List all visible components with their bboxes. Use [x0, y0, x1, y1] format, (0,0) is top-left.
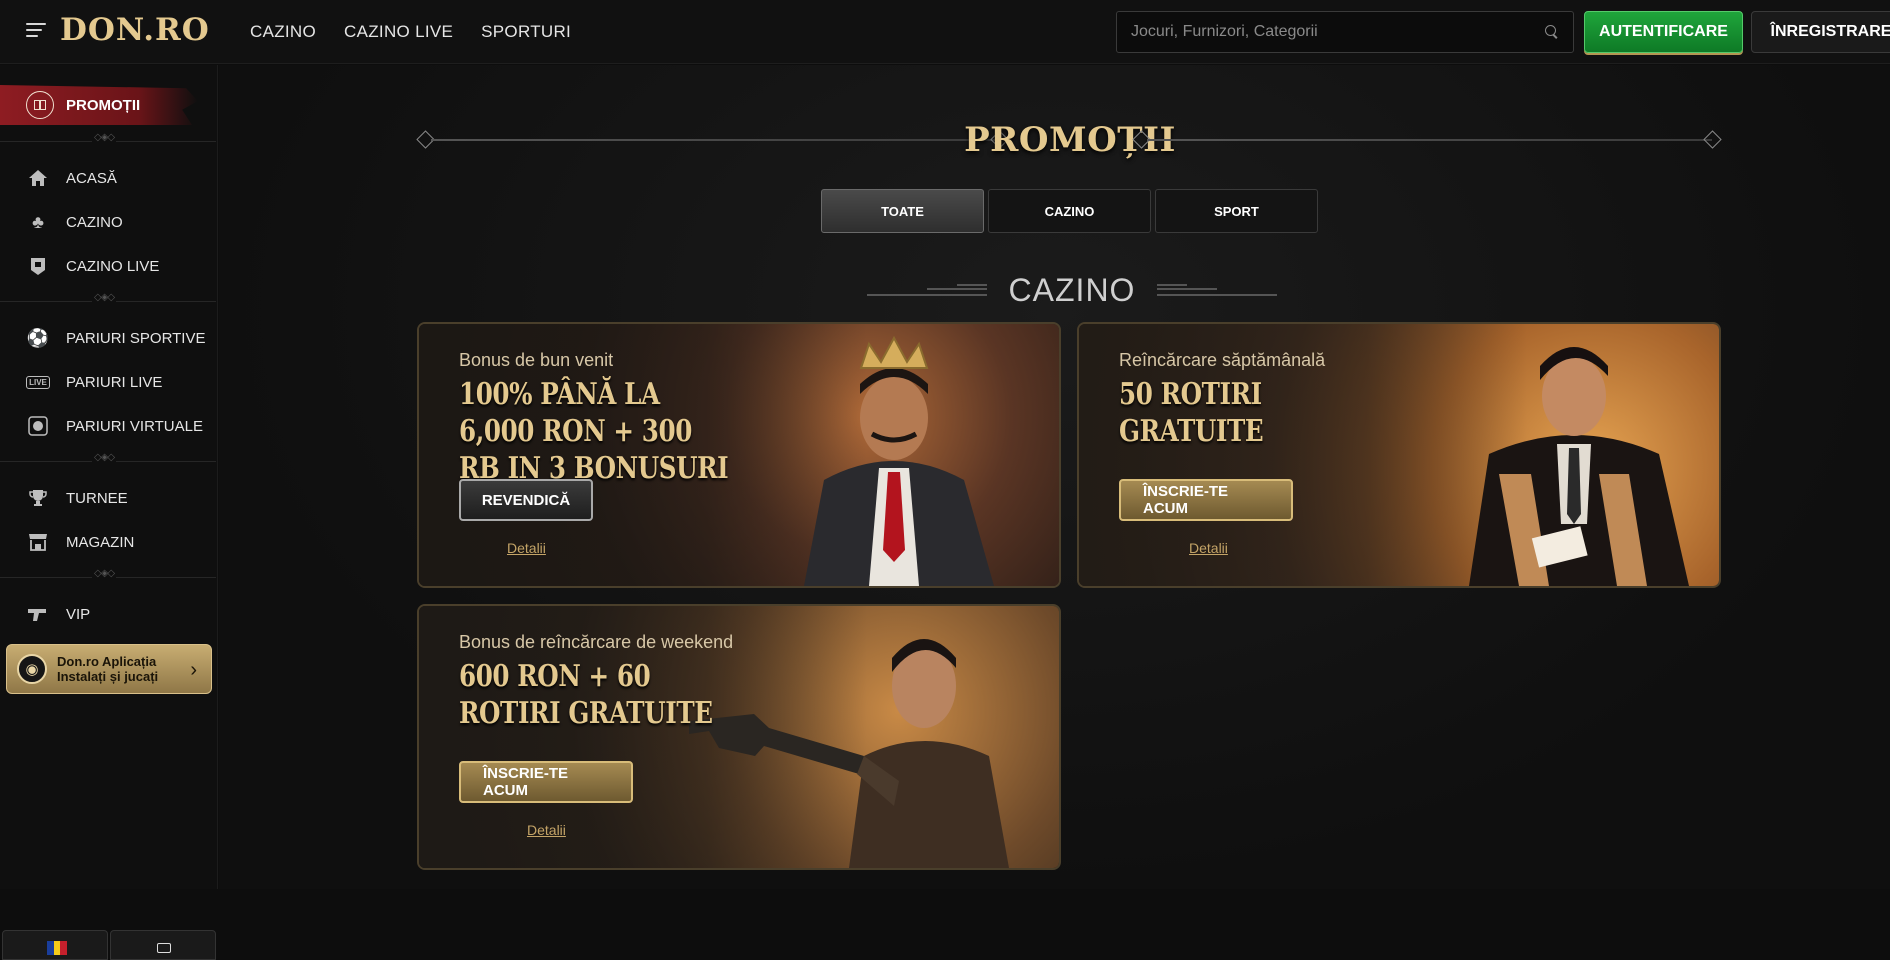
gangster-character-illustration [1469, 347, 1689, 586]
nav-cazino[interactable]: CAZINO [250, 22, 316, 42]
app-banner-text: Don.ro Aplicația Instalați și jucați [57, 654, 159, 684]
register-button[interactable]: ÎNREGISTRARE [1751, 11, 1890, 53]
chat-button[interactable] [110, 930, 216, 960]
signup-button[interactable]: ÎNSCRIE-TE ACUM [459, 761, 633, 803]
app-download-banner[interactable]: ◉ Don.ro Aplicația Instalați și jucați › [6, 644, 212, 694]
shop-icon [26, 530, 50, 554]
live-badge-icon: LIVE [26, 370, 50, 394]
sidebar-item-label: PARIURI VIRTUALE [66, 417, 203, 435]
top-bar: DON.RO CAZINO CAZINO LIVE SPORTURI AUTEN… [0, 0, 1890, 64]
nav-sporturi[interactable]: SPORTURI [481, 22, 571, 42]
sidebar-item-magazin[interactable]: MAGAZIN [26, 524, 134, 560]
vip-gun-icon [26, 602, 50, 626]
site-logo[interactable]: DON.RO [60, 12, 210, 48]
sidebar-item-pariuri-live[interactable]: LIVE PARIURI LIVE [26, 364, 162, 400]
sidebar-item-label: PROMOȚII [66, 96, 141, 114]
promo-card-welcome: Bonus de bun venit 100% PÂNĂ LA 6,000 RO… [417, 322, 1061, 588]
romania-flag-icon [47, 941, 68, 955]
chevron-right-icon: › [190, 659, 197, 681]
sidebar-item-label: CAZINO LIVE [66, 257, 160, 275]
sidebar-item-cazino[interactable]: ♣ CAZINO [26, 204, 123, 240]
sidebar-divider [0, 568, 216, 583]
section-ornament [1157, 284, 1277, 298]
language-selector[interactable] [2, 930, 108, 960]
sidebar: PROMOȚII ACASĂ ♣ CAZINO CAZINO LIVE ⚽ PA… [0, 65, 218, 960]
card-subtitle: Bonus de reîncărcare de weekend [459, 632, 734, 652]
king-character-illustration [804, 335, 994, 586]
sidebar-divider [0, 452, 216, 467]
sidebar-divider [0, 292, 216, 307]
chat-icon [157, 943, 171, 953]
tab-sport[interactable]: SPORT [1155, 189, 1318, 233]
card-subtitle: Bonus de bun venit [459, 350, 614, 370]
trophy-icon [26, 486, 50, 510]
search-input[interactable] [1131, 23, 1545, 41]
claim-button[interactable]: REVENDICĂ [459, 479, 593, 521]
sidebar-item-label: TURNEE [66, 489, 128, 507]
top-nav: CAZINO CAZINO LIVE SPORTURI [250, 0, 571, 64]
sidebar-item-turnee[interactable]: TURNEE [26, 480, 128, 516]
details-link[interactable]: Detalii [507, 540, 546, 556]
sidebar-item-pariuri-virtuale[interactable]: PARIURI VIRTUALE [26, 408, 203, 444]
menu-icon[interactable] [26, 23, 46, 39]
details-link[interactable]: Detalii [527, 822, 566, 838]
card-headline: 100% PÂNĂ LA 6,000 RON + 300 RB IN 3 BON… [459, 377, 729, 486]
sidebar-item-label: PARIURI LIVE [66, 373, 163, 391]
page-title-bar: PROMOȚII [416, 120, 1723, 160]
soccer-ball-icon: ⚽ [26, 327, 50, 348]
card-headline: 50 ROTIRI GRATUITE [1119, 377, 1264, 449]
sidebar-item-acasa[interactable]: ACASĂ [26, 160, 117, 196]
search-icon[interactable] [1545, 25, 1559, 39]
login-button[interactable]: AUTENTIFICARE [1584, 11, 1743, 53]
sidebar-item-label: VIP [66, 605, 91, 623]
sidebar-item-vip[interactable]: VIP [26, 596, 90, 632]
details-link[interactable]: Detalii [1189, 540, 1228, 556]
tab-toate[interactable]: TOATE [821, 189, 984, 233]
virtual-ball-icon [26, 414, 50, 438]
search-box [1116, 11, 1574, 53]
globe-icon: ◉ [17, 654, 47, 684]
gift-icon [26, 91, 54, 119]
sidebar-item-cazino-live[interactable]: CAZINO LIVE [26, 248, 159, 284]
promo-card-weekend-reload: Bonus de reîncărcare de weekend 600 RON … [417, 604, 1061, 870]
sidebar-divider [0, 132, 216, 147]
sidebar-item-label: ACASĂ [66, 169, 117, 187]
sidebar-item-pariuri-sportive[interactable]: ⚽ PARIURI SPORTIVE [26, 320, 206, 356]
card-subtitle: Reîncărcare săptămânală [1119, 350, 1326, 370]
home-icon [26, 166, 50, 190]
section-header: CAZINO [867, 272, 1277, 312]
sidebar-item-label: PARIURI SPORTIVE [66, 329, 206, 347]
live-casino-icon [26, 254, 50, 278]
club-icon: ♣ [32, 211, 44, 232]
sidebar-item-label: MAGAZIN [66, 533, 135, 551]
main-content: PROMOȚII TOATE CAZINO SPORT CAZINO Bonus… [219, 65, 1890, 889]
signup-button[interactable]: ÎNSCRIE-TE ACUM [1119, 479, 1293, 521]
nav-cazino-live[interactable]: CAZINO LIVE [344, 22, 453, 42]
sidebar-item-label: CAZINO [66, 213, 123, 231]
promo-filter-tabs: TOATE CAZINO SPORT [821, 189, 1318, 233]
promo-card-weekly-reload: Reîncărcare săptămânală 50 ROTIRI GRATUI… [1077, 322, 1721, 588]
card-headline: 600 RON + 60 ROTIRI GRATUITE [459, 659, 713, 731]
tab-cazino[interactable]: CAZINO [988, 189, 1151, 233]
sidebar-item-promotii[interactable]: PROMOȚII [0, 85, 198, 125]
